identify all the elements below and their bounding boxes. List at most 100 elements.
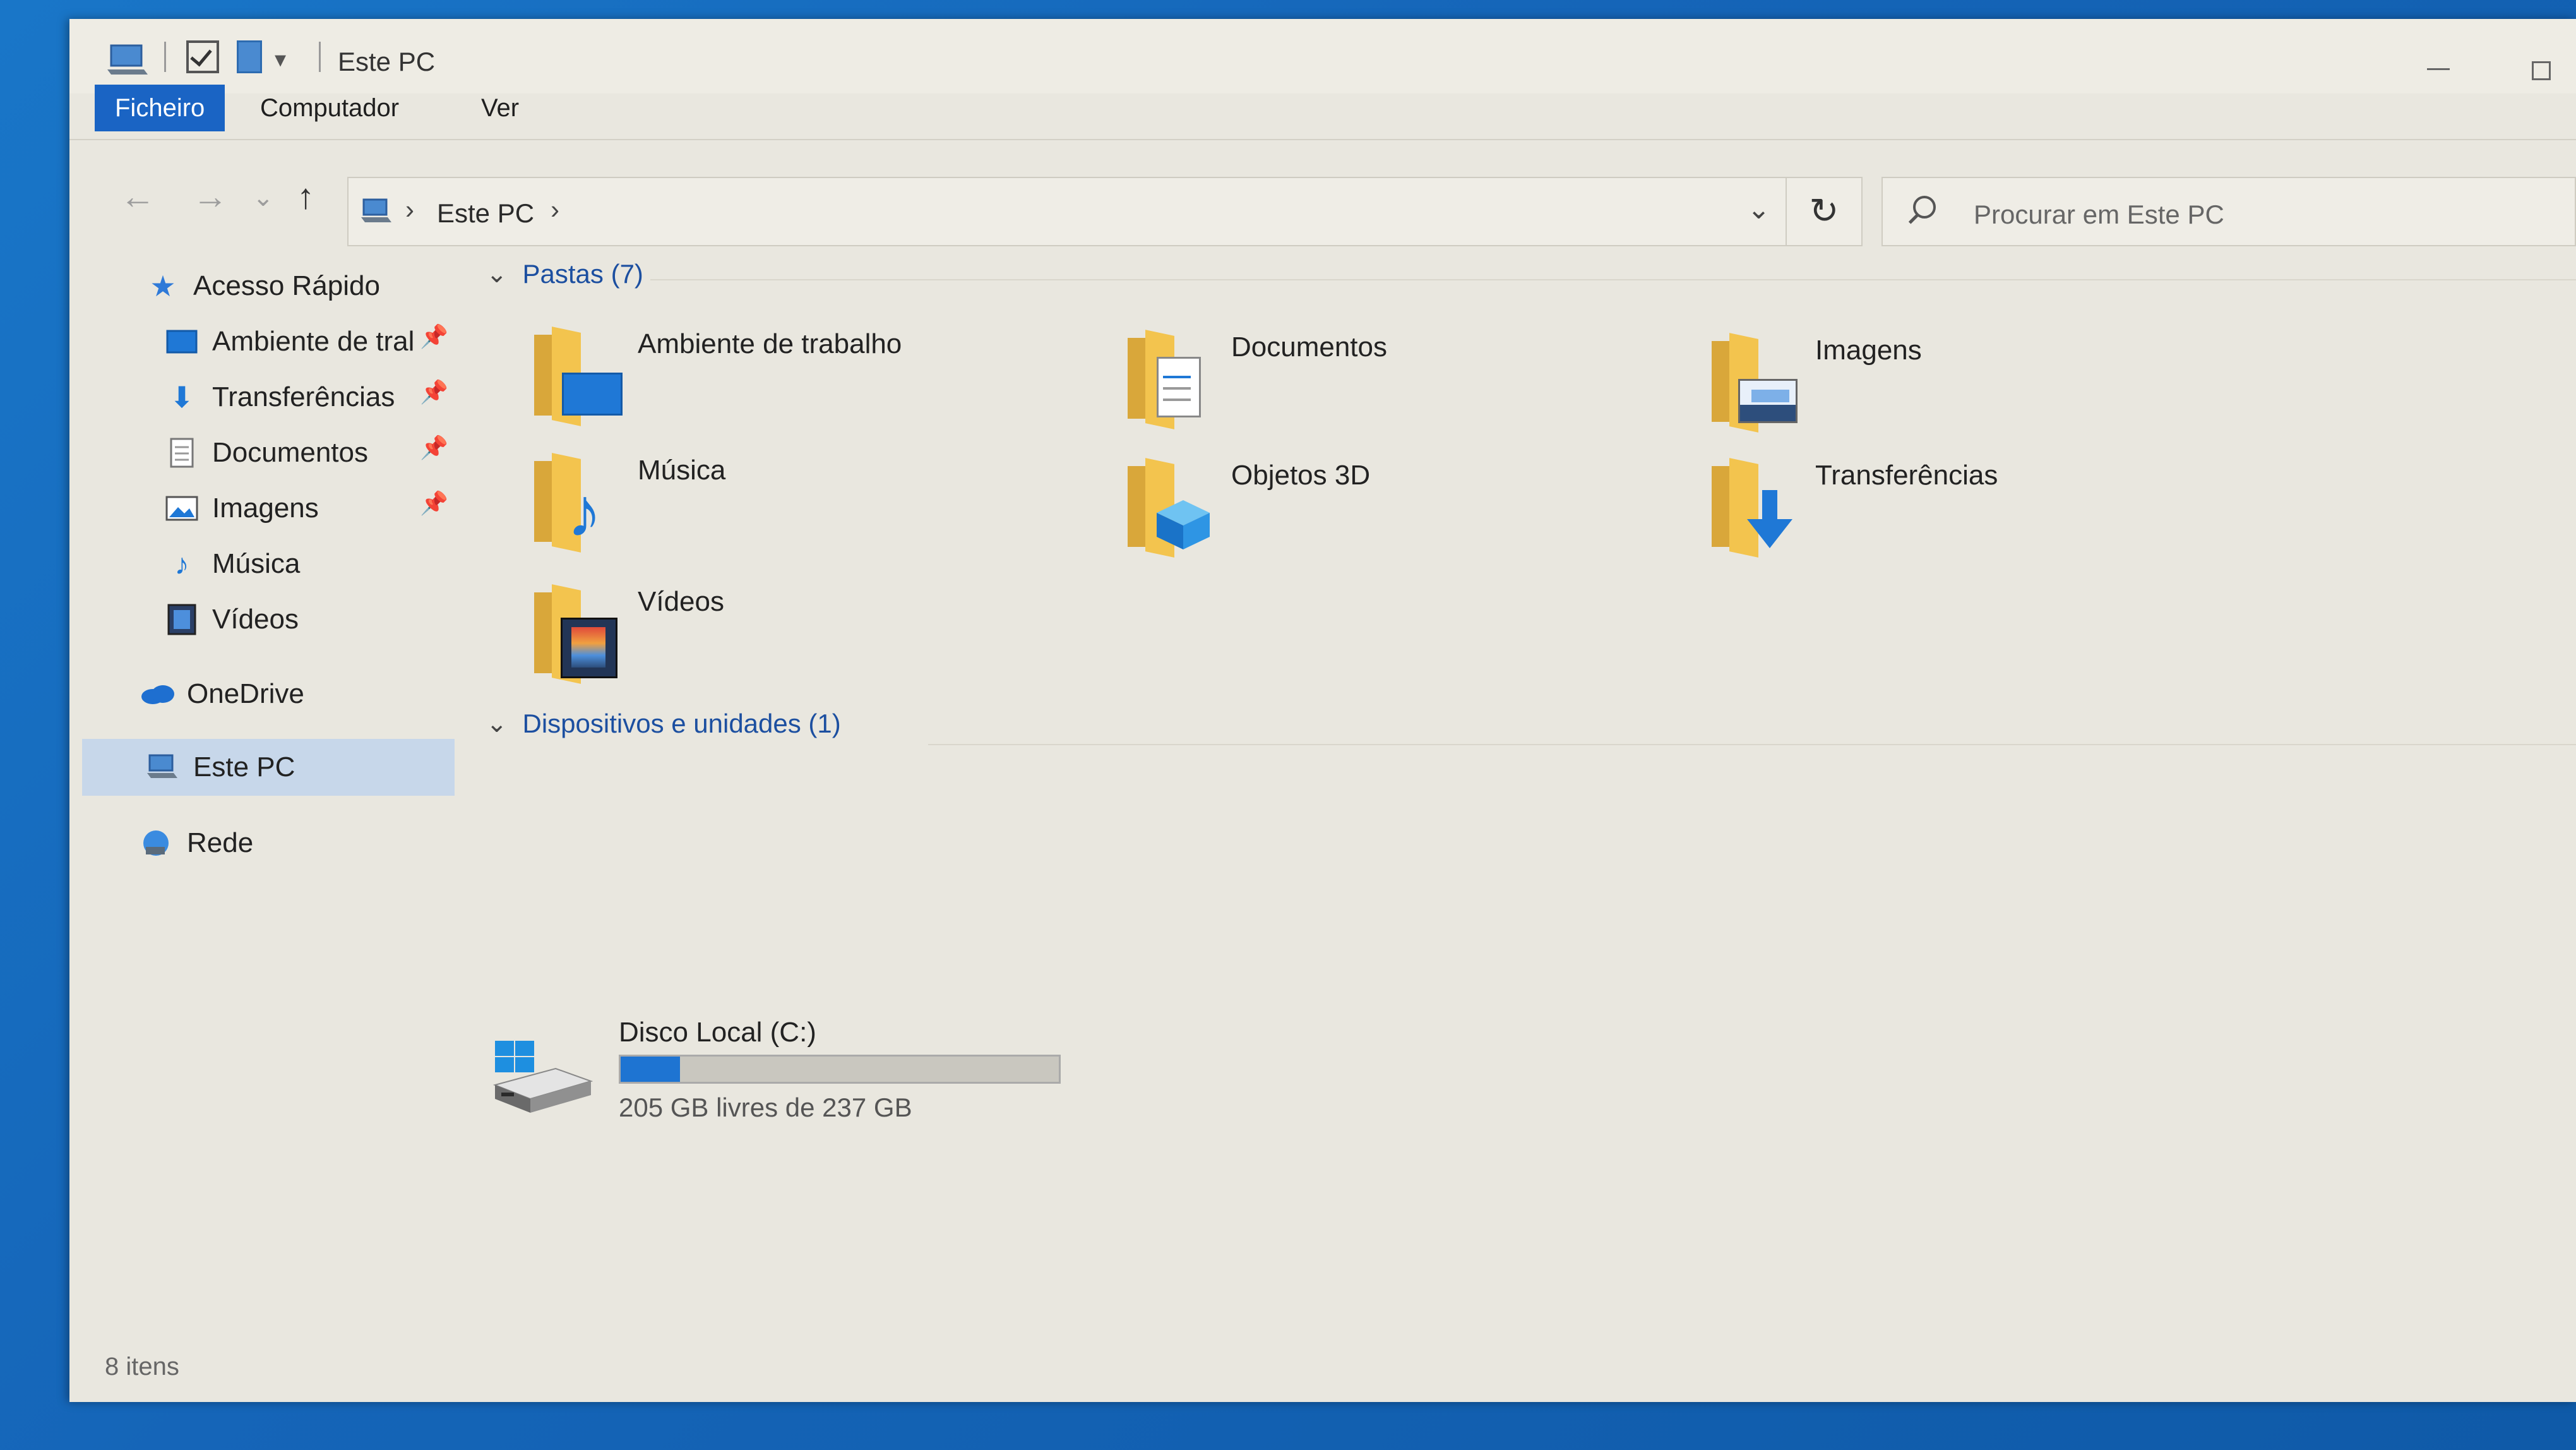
hard-drive-icon [492, 1041, 593, 1113]
images-folder-icon [1708, 333, 1803, 433]
folder-item-3d-objects[interactable]: Objetos 3D [1124, 458, 1679, 567]
content-pane: ⌄ Pastas (7) Ambiente de trabalho Docume… [474, 259, 2576, 1351]
desktop-icon [164, 324, 200, 359]
chevron-down-icon[interactable]: ⌄ [486, 260, 508, 289]
folder-item-downloads[interactable]: Transferências [1708, 458, 2263, 567]
folders-group-header[interactable]: ⌄ Pastas (7) [486, 259, 643, 289]
address-dropdown-icon[interactable]: ⌄ [1747, 193, 1770, 225]
search-box[interactable]: Procurar em Este PC [1881, 177, 2576, 246]
refresh-button[interactable]: ↻ [1787, 177, 1863, 246]
group-header-label: Dispositivos e unidades (1) [522, 709, 841, 738]
sidebar-item-label: Vídeos [212, 604, 299, 635]
status-item-count: 8 itens [105, 1353, 179, 1381]
file-explorer-window: ▾ Este PC Ficheiro Computador Ver ← → ⌄ … [69, 19, 2576, 1402]
sidebar-item-label: Acesso Rápido [193, 270, 380, 301]
address-bar[interactable]: › Este PC › ⌄ [347, 177, 1787, 246]
sidebar-item-music[interactable]: ♪ Música [164, 537, 301, 591]
navigation-bar: ← → ⌄ ↑ › Este PC › ⌄ ↻ Procurar em Este… [69, 158, 2576, 246]
customize-quick-access-icon[interactable]: ▾ [275, 40, 300, 78]
folder-item-documents[interactable]: Documentos [1124, 330, 1679, 439]
image-icon [164, 491, 200, 526]
drive-free-space: 205 GB livres de 237 GB [619, 1093, 912, 1122]
chevron-down-icon[interactable]: ⌄ [486, 709, 508, 738]
window-title: Este PC [338, 47, 436, 76]
back-arrow-icon[interactable]: ← [120, 176, 155, 217]
this-pc-icon [361, 198, 391, 222]
star-icon: ★ [150, 270, 176, 303]
sidebar-item-quick-access[interactable]: ★ Acesso Rápido [145, 259, 380, 313]
sidebar-item-label: Este PC [193, 752, 295, 782]
pin-icon[interactable]: 📌 [420, 379, 448, 405]
search-icon [1913, 196, 1936, 219]
sidebar-item-this-pc[interactable]: Este PC [145, 740, 295, 794]
folder-item-desktop[interactable]: Ambiente de trabalho [530, 327, 1086, 436]
sidebar-item-label: OneDrive [187, 678, 304, 709]
folder-label: Objetos 3D [1231, 460, 1371, 491]
tab-computador[interactable]: Computador [240, 85, 419, 131]
minimize-button[interactable] [2427, 68, 2450, 70]
group-divider [650, 279, 2576, 280]
music-folder-icon: ♪ [530, 453, 625, 553]
downloads-folder-icon [1708, 458, 1803, 558]
music-icon: ♪ [174, 548, 189, 580]
pin-icon[interactable]: 📌 [420, 323, 448, 350]
download-icon: ⬇ [169, 381, 194, 414]
folder-label: Transferências [1815, 460, 1998, 491]
navigation-pane: ★ Acesso Rápido Ambiente de tral 📌 ⬇ Tra… [69, 259, 455, 1351]
sidebar-item-downloads[interactable]: ⬇ Transferências [164, 370, 395, 424]
sidebar-item-videos[interactable]: Vídeos [164, 592, 299, 647]
folder-label: Vídeos [638, 586, 724, 617]
sidebar-item-documents[interactable]: Documentos [164, 426, 368, 480]
recent-locations-chevron-icon[interactable]: ⌄ [253, 183, 274, 212]
quick-access-separator [164, 42, 166, 72]
properties-checkbox-icon[interactable] [186, 40, 219, 73]
tab-ver[interactable]: Ver [461, 85, 539, 131]
breadcrumb-este-pc[interactable]: Este PC [437, 198, 534, 229]
ribbon-tabs: Ficheiro Computador Ver [69, 82, 2576, 140]
documents-folder-icon [1124, 330, 1219, 429]
sidebar-item-network[interactable]: Rede [139, 816, 253, 870]
pin-icon[interactable]: 📌 [420, 490, 448, 517]
videos-folder-icon [530, 584, 625, 684]
cloud-icon [139, 676, 174, 712]
folder-item-videos[interactable]: Vídeos [530, 584, 1086, 693]
desktop-folder-icon [530, 327, 625, 426]
this-pc-icon [107, 44, 148, 75]
document-icon [164, 435, 200, 470]
folder-item-images[interactable]: Imagens [1708, 333, 2263, 442]
sidebar-item-desktop[interactable]: Ambiente de tral [164, 315, 414, 369]
search-placeholder: Procurar em Este PC [1974, 200, 2224, 229]
folder-item-music[interactable]: ♪ Música [530, 453, 1086, 562]
3d-objects-folder-icon [1124, 458, 1219, 558]
forward-arrow-icon[interactable]: → [193, 176, 228, 217]
sidebar-item-label: Música [212, 548, 301, 579]
pin-icon[interactable]: 📌 [420, 434, 448, 461]
group-divider [928, 744, 2576, 745]
sidebar-item-label: Imagens [212, 493, 319, 524]
breadcrumb-chevron-icon[interactable]: › [405, 195, 414, 225]
folder-label: Música [638, 455, 726, 486]
sidebar-item-label: Documentos [212, 437, 369, 468]
folder-label: Ambiente de trabalho [638, 328, 902, 359]
sidebar-item-label: Ambiente de tral [212, 326, 415, 357]
tab-ficheiro[interactable]: Ficheiro [95, 85, 225, 131]
sidebar-item-label: Transferências [212, 381, 395, 412]
drive-usage-fill [621, 1057, 680, 1082]
drive-name: Disco Local (C:) [619, 1017, 816, 1048]
folder-label: Documentos [1231, 332, 1388, 362]
video-icon [164, 602, 200, 637]
network-icon [139, 825, 174, 861]
this-pc-icon [145, 750, 181, 785]
sidebar-item-images[interactable]: Imagens [164, 481, 319, 536]
sidebar-item-onedrive[interactable]: OneDrive [139, 667, 304, 721]
title-separator [319, 42, 321, 72]
folder-label: Imagens [1815, 335, 1922, 366]
breadcrumb-chevron-icon[interactable]: › [551, 195, 559, 225]
maximize-button[interactable] [2532, 61, 2551, 80]
drive-usage-bar [619, 1055, 1061, 1084]
up-arrow-icon[interactable]: ↑ [297, 176, 314, 217]
group-header-label: Pastas (7) [522, 259, 643, 289]
devices-group-header[interactable]: ⌄ Dispositivos e unidades (1) [486, 709, 841, 739]
sidebar-item-label: Rede [187, 827, 254, 858]
new-folder-icon[interactable] [237, 40, 262, 73]
